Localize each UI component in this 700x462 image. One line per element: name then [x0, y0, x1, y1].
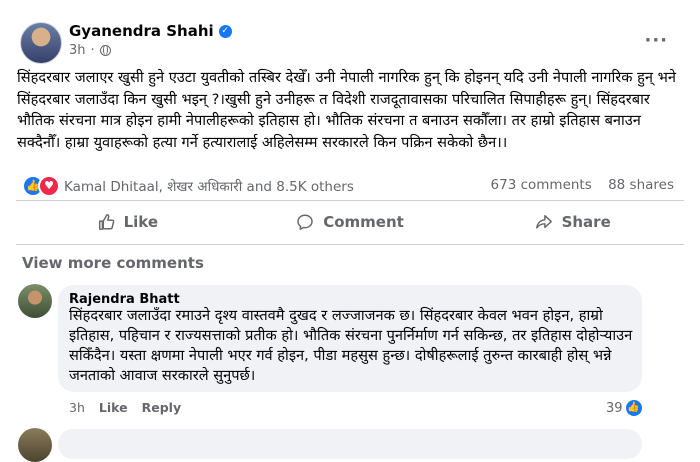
comment-label: Comment: [323, 213, 404, 231]
engagement-counts: 673 comments 88 shares: [491, 177, 674, 193]
post-actions: Like Comment Share: [16, 205, 684, 239]
next-comment-bubble: [58, 429, 642, 459]
love-reaction-icon: ♥: [38, 175, 60, 197]
post-time[interactable]: 3h: [69, 43, 86, 58]
more-options-icon[interactable]: ···: [644, 30, 668, 51]
shares-count[interactable]: 88 shares: [608, 177, 674, 193]
comment-like-button[interactable]: Like: [99, 400, 128, 415]
post-stats: 👍 ♥ Kamal Dhitaal, शेखर अधिकारी and 8.5K…: [22, 173, 682, 197]
post-header: Gyanendra Shahi ✓ 3h · ···: [0, 0, 700, 64]
commenter-avatar[interactable]: [18, 284, 52, 318]
comment-icon: [297, 214, 313, 230]
author-name[interactable]: Gyanendra Shahi: [69, 22, 214, 40]
reaction-icons[interactable]: 👍 ♥: [22, 175, 60, 197]
post-text: सिंहदरबार जलाएर खुसी हुने एउटा युवतीको त…: [17, 69, 676, 151]
thumbs-up-icon: [98, 214, 114, 230]
share-label: Share: [561, 213, 611, 231]
view-more-comments-link[interactable]: View more comments: [22, 254, 204, 272]
reactors-summary[interactable]: Kamal Dhitaal, शेखर अधिकारी and 8.5K oth…: [64, 177, 354, 195]
divider: [16, 244, 684, 245]
author-line: Gyanendra Shahi ✓: [69, 22, 232, 40]
share-button[interactable]: Share: [461, 205, 684, 239]
comment-button[interactable]: Comment: [239, 205, 462, 239]
author-avatar[interactable]: [20, 22, 62, 64]
comments-count[interactable]: 673 comments: [491, 177, 592, 193]
comment-time[interactable]: 3h: [69, 400, 85, 415]
comment-reply-button[interactable]: Reply: [142, 400, 181, 415]
next-commenter-avatar[interactable]: [18, 428, 52, 462]
share-icon: [535, 214, 552, 229]
comment-reaction-count: 39: [606, 400, 623, 416]
comment-actions: 3h Like Reply: [69, 400, 181, 415]
verified-badge-icon: ✓: [218, 24, 232, 38]
post-meta: 3h ·: [69, 43, 111, 58]
comment-reactions[interactable]: 39 👍: [606, 400, 642, 416]
comment-bubble: Rajendra Bhatt सिंहदरबार जलाउँदा रमाउने …: [58, 285, 642, 392]
divider: [16, 200, 684, 201]
commenter-name[interactable]: Rajendra Bhatt: [69, 292, 180, 307]
like-reaction-icon: 👍: [625, 400, 642, 416]
comment-text: सिंहदरबार जलाउँदा रमाउने दृश्य वास्तवमै …: [69, 307, 633, 384]
like-label: Like: [123, 213, 159, 231]
like-button[interactable]: Like: [16, 205, 239, 239]
globe-icon: [99, 45, 111, 56]
